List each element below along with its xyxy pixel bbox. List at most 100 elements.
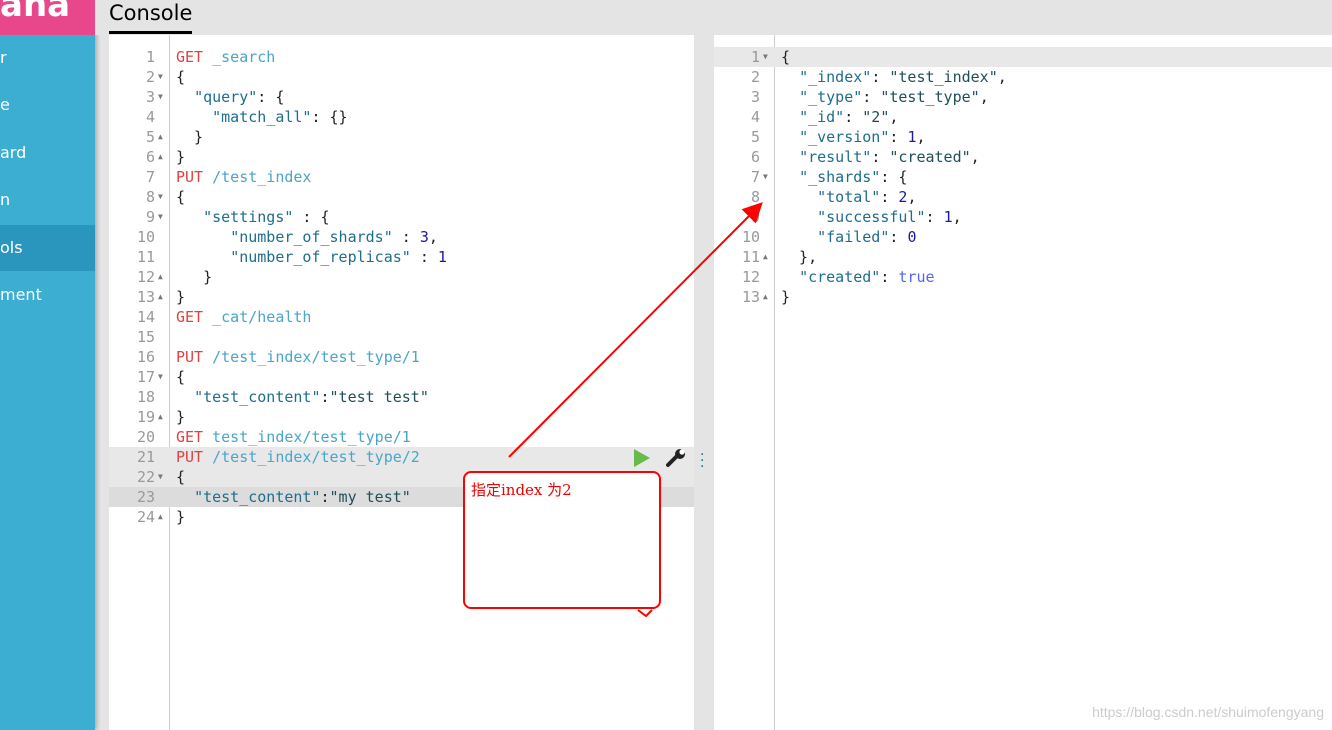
fold-down-icon[interactable]: ▼ bbox=[158, 367, 163, 387]
line-number: 4 bbox=[145, 108, 155, 126]
line-number: 3 bbox=[145, 88, 155, 106]
sidebar-item-label: n bbox=[0, 190, 11, 209]
code-token: } bbox=[176, 128, 204, 146]
annotation-callout: 指定index 为2 bbox=[463, 471, 661, 609]
code-line: 8 ▼ { bbox=[109, 187, 694, 207]
wrench-icon[interactable] bbox=[666, 448, 686, 468]
code-text: }, bbox=[781, 247, 817, 267]
code-token: "total" bbox=[817, 188, 881, 206]
code-token: }, bbox=[781, 248, 818, 266]
fold-up-icon[interactable]: ▲ bbox=[763, 247, 768, 267]
fold-down-icon[interactable]: ▼ bbox=[158, 207, 163, 227]
fold-up-icon[interactable]: ▲ bbox=[158, 127, 163, 147]
line-number: 23 bbox=[136, 488, 155, 506]
code-text: { bbox=[176, 467, 185, 487]
code-token: , bbox=[979, 88, 989, 106]
fold-down-icon[interactable]: ▼ bbox=[158, 187, 163, 207]
code-token: : bbox=[844, 108, 863, 126]
code-line: 1 GET _search bbox=[109, 47, 694, 67]
code-text: "total": 2, bbox=[781, 187, 916, 207]
code-text: "query": { bbox=[176, 87, 284, 107]
play-icon[interactable] bbox=[634, 449, 650, 467]
fold-down-icon[interactable]: ▼ bbox=[763, 47, 768, 67]
code-text: } bbox=[176, 507, 185, 527]
sidebar-item[interactable]: ard bbox=[0, 130, 95, 176]
code-text: } bbox=[176, 407, 185, 427]
code-token: } bbox=[176, 508, 186, 526]
line-number: 1 bbox=[145, 48, 155, 66]
pane-resizer[interactable] bbox=[694, 35, 714, 730]
code-token: { bbox=[176, 188, 186, 206]
line-number: 16 bbox=[136, 348, 155, 366]
code-token: "test_index" bbox=[889, 68, 998, 86]
sidebar-item[interactable]: ment bbox=[0, 272, 95, 318]
vertical-dots-icon[interactable]: · · · bbox=[700, 448, 708, 474]
code-token: , bbox=[428, 228, 438, 246]
code-text: "result": "created", bbox=[781, 147, 980, 167]
code-token: : bbox=[889, 228, 908, 246]
line-number: 9 bbox=[145, 208, 155, 226]
code-line: 7 PUT /test_index bbox=[109, 167, 694, 187]
code-line: 18 "test_content":"test test" bbox=[109, 387, 694, 407]
code-text: "failed": 0 bbox=[781, 227, 916, 247]
line-number: 12 bbox=[136, 268, 155, 286]
code-token: 1 bbox=[437, 248, 447, 266]
code-text: GET test_index/test_type/1 bbox=[176, 427, 411, 447]
tab-bar: Console bbox=[95, 0, 1332, 35]
code-token: : bbox=[320, 388, 330, 406]
watermark: https://blog.csdn.net/shuimofengyang bbox=[1092, 704, 1324, 720]
fold-up-icon[interactable]: ▲ bbox=[158, 507, 163, 527]
code-text: { bbox=[176, 367, 185, 387]
fold-up-icon[interactable]: ▲ bbox=[158, 407, 163, 427]
code-text: "_shards": { bbox=[781, 167, 907, 187]
code-text: PUT /test_index/test_type/1 bbox=[176, 347, 420, 367]
code-token: : bbox=[862, 88, 881, 106]
line-number: 17 bbox=[136, 368, 155, 386]
fold-down-icon[interactable]: ▼ bbox=[763, 167, 768, 187]
code-line: 5 "_version": 1, bbox=[714, 127, 1332, 147]
fold-down-icon[interactable]: ▼ bbox=[158, 67, 163, 87]
code-line: 10 "failed": 0 bbox=[714, 227, 1332, 247]
fold-down-icon[interactable]: ▼ bbox=[158, 467, 163, 487]
line-number: 13 bbox=[741, 288, 760, 306]
code-token: , bbox=[889, 108, 899, 126]
code-token: : { bbox=[257, 88, 285, 106]
fold-up-icon[interactable]: ▲ bbox=[158, 147, 163, 167]
code-line: 8 "total": 2, bbox=[714, 187, 1332, 207]
tab-console[interactable]: Console bbox=[109, 0, 193, 34]
code-line: 20 GET test_index/test_type/1 bbox=[109, 427, 694, 447]
code-text: "test_content":"my test" bbox=[176, 487, 411, 507]
code-text: "number_of_shards" : 3, bbox=[176, 227, 438, 247]
code-line: 1 ▼ { bbox=[714, 47, 1332, 67]
fold-up-icon[interactable]: ▲ bbox=[158, 267, 163, 287]
code-text: "_type": "test_type", bbox=[781, 87, 989, 107]
code-line: 10 "number_of_shards" : 3, bbox=[109, 227, 694, 247]
sidebar-item-label: e bbox=[0, 95, 10, 114]
code-text: "number_of_replicas" : 1 bbox=[176, 247, 447, 267]
code-token: : bbox=[320, 488, 330, 506]
code-token: } bbox=[176, 288, 186, 306]
code-line: 13 ▲} bbox=[714, 287, 1332, 307]
fold-up-icon[interactable]: ▲ bbox=[763, 287, 768, 307]
code-text: { bbox=[176, 187, 185, 207]
sidebar-item[interactable]: r bbox=[0, 35, 95, 81]
line-number: 18 bbox=[136, 388, 155, 406]
code-token: : { bbox=[880, 168, 908, 186]
fold-up-icon[interactable]: ▲ bbox=[158, 287, 163, 307]
code-token: "created" bbox=[889, 148, 971, 166]
request-editor[interactable]: 1 GET _search 2 ▼{3 ▼ "query": {4 "match_all… bbox=[109, 35, 694, 730]
code-text: PUT /test_index/test_type/2 bbox=[176, 447, 420, 467]
code-token: "_type" bbox=[799, 88, 863, 106]
sidebar-item[interactable]: e bbox=[0, 82, 95, 128]
fold-down-icon[interactable]: ▼ bbox=[158, 87, 163, 107]
sidebar-item[interactable]: n bbox=[0, 177, 95, 223]
sidebar-item[interactable]: ols bbox=[0, 225, 95, 271]
code-text: { bbox=[176, 67, 185, 87]
code-line: 6 ▲} bbox=[109, 147, 694, 167]
